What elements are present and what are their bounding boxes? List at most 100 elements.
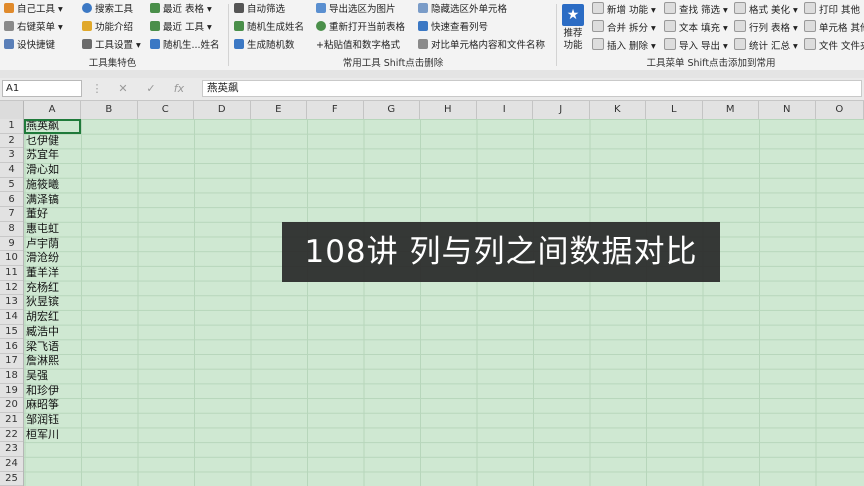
- find-filter-button[interactable]: 查找 筛选 ▾: [664, 2, 728, 18]
- row-header-6[interactable]: 6: [0, 193, 23, 208]
- paste-values-button[interactable]: +粘贴值和数字格式: [316, 38, 400, 54]
- column-header-k[interactable]: K: [590, 101, 646, 119]
- more-icon[interactable]: ⋮: [88, 81, 106, 97]
- my-tools-button[interactable]: 自己工具 ▾: [4, 2, 63, 18]
- set-shortcut-button[interactable]: 设快捷键: [4, 38, 55, 54]
- cell-a6[interactable]: 满泽镐: [26, 193, 59, 208]
- column-header-a[interactable]: A: [24, 101, 81, 119]
- column-header-c[interactable]: C: [138, 101, 194, 119]
- recommend-button[interactable]: ★ 推荐 功能: [558, 4, 588, 52]
- cell-a15[interactable]: 臧浩中: [26, 325, 59, 340]
- row-column-table-button[interactable]: 行列 表格 ▾: [734, 20, 798, 36]
- cell-a19[interactable]: 和珍伊: [26, 384, 59, 399]
- merge-split-button[interactable]: 合并 拆分 ▾: [592, 20, 656, 36]
- cell-a14[interactable]: 胡宏红: [26, 310, 59, 325]
- row-header-19[interactable]: 19: [0, 384, 23, 399]
- format-beautify-button[interactable]: 格式 美化 ▾: [734, 2, 798, 18]
- recent-tools-button[interactable]: 最近 工具 ▾: [150, 20, 212, 36]
- confirm-icon[interactable]: ✓: [142, 81, 160, 97]
- export-image-button[interactable]: 导出选区为图片: [316, 2, 396, 18]
- row-header-16[interactable]: 16: [0, 340, 23, 355]
- selected-cell-a1[interactable]: [24, 119, 81, 134]
- random-name-button[interactable]: 随机生...姓名: [150, 38, 220, 54]
- row-header-4[interactable]: 4: [0, 163, 23, 178]
- column-header-n[interactable]: N: [759, 101, 816, 119]
- cell-a5[interactable]: 施筱曦: [26, 178, 59, 193]
- insert-delete-button[interactable]: 插入 删除 ▾: [592, 38, 656, 54]
- row-header-11[interactable]: 11: [0, 266, 23, 281]
- cell-a22[interactable]: 桓军川: [26, 428, 59, 443]
- cell-other-button[interactable]: 单元格 其他: [804, 20, 864, 36]
- column-header-m[interactable]: M: [703, 101, 759, 119]
- cell-a21[interactable]: 邹润钰: [26, 413, 59, 428]
- auto-filter-button[interactable]: 自动筛选: [234, 2, 285, 18]
- name-box[interactable]: A1: [2, 80, 82, 97]
- row-header-14[interactable]: 14: [0, 310, 23, 325]
- fx-icon[interactable]: fx: [170, 81, 188, 97]
- cell-a9[interactable]: 卢宇荫: [26, 237, 59, 252]
- row-header-22[interactable]: 22: [0, 428, 23, 443]
- recent-tables-button[interactable]: 最近 表格 ▾: [150, 2, 212, 18]
- row-header-1[interactable]: 1: [0, 119, 23, 134]
- row-header-15[interactable]: 15: [0, 325, 23, 340]
- column-header-j[interactable]: J: [533, 101, 590, 119]
- row-header-8[interactable]: 8: [0, 222, 23, 237]
- text-fill-button[interactable]: 文本 填充 ▾: [664, 20, 728, 36]
- stats-summary-button[interactable]: 统计 汇总 ▾: [734, 38, 798, 54]
- cell-a18[interactable]: 吴强: [26, 369, 48, 384]
- row-header-18[interactable]: 18: [0, 369, 23, 384]
- reopen-table-button[interactable]: 重新打开当前表格: [316, 20, 405, 36]
- tool-settings-button[interactable]: 工具设置 ▾: [82, 38, 141, 54]
- column-header-g[interactable]: G: [364, 101, 420, 119]
- cell-a10[interactable]: 滑沧纷: [26, 251, 59, 266]
- row-header-13[interactable]: 13: [0, 295, 23, 311]
- cell-a17[interactable]: 詹淋熙: [26, 354, 59, 369]
- column-header-d[interactable]: D: [194, 101, 251, 119]
- cell-a3[interactable]: 苏宜年: [26, 148, 59, 163]
- add-feature-button[interactable]: 新增 功能 ▾: [592, 2, 656, 18]
- random-number-button[interactable]: 生成随机数: [234, 38, 295, 54]
- select-all-corner[interactable]: [0, 101, 24, 119]
- cell-a11[interactable]: 董羊洋: [26, 266, 59, 281]
- compare-filename-button[interactable]: 对比单元格内容和文件名称: [418, 38, 545, 54]
- cell-a12[interactable]: 充杨红: [26, 281, 59, 296]
- file-folder-button[interactable]: 文件 文件夹: [804, 38, 864, 54]
- cell-a13[interactable]: 狄昱镔: [26, 295, 59, 310]
- view-column-number-button[interactable]: 快速查看列号: [418, 20, 488, 36]
- row-header-3[interactable]: 3: [0, 148, 23, 164]
- feature-intro-button[interactable]: 功能介绍: [82, 20, 133, 36]
- row-header-7[interactable]: 7: [0, 207, 23, 222]
- cell-a4[interactable]: 滑心如: [26, 163, 59, 178]
- row-header-23[interactable]: 23: [0, 442, 23, 458]
- cell-a20[interactable]: 麻昭筝: [26, 398, 59, 413]
- cell-a7[interactable]: 董好: [26, 207, 48, 222]
- print-other-button[interactable]: 打印 其他: [804, 2, 860, 18]
- row-header-20[interactable]: 20: [0, 398, 23, 413]
- import-export-button[interactable]: 导入 导出 ▾: [664, 38, 728, 54]
- column-header-o[interactable]: O: [816, 101, 864, 119]
- hide-outside-button[interactable]: 隐藏选区外单元格: [418, 2, 507, 18]
- column-header-e[interactable]: E: [251, 101, 307, 119]
- row-header-17[interactable]: 17: [0, 354, 23, 369]
- column-header-i[interactable]: I: [477, 101, 533, 119]
- row-header-12[interactable]: 12: [0, 281, 23, 296]
- cell-a8[interactable]: 惠屯虹: [26, 222, 59, 237]
- column-header-b[interactable]: B: [81, 101, 138, 119]
- column-header-l[interactable]: L: [646, 101, 703, 119]
- row-header-9[interactable]: 9: [0, 237, 23, 252]
- row-header-24[interactable]: 24: [0, 457, 23, 472]
- generate-name-button[interactable]: 随机生成姓名: [234, 20, 304, 36]
- row-header-2[interactable]: 2: [0, 134, 23, 149]
- cell-a16[interactable]: 梁飞语: [26, 340, 59, 355]
- cancel-icon[interactable]: ✕: [114, 81, 132, 97]
- context-menu-button[interactable]: 右键菜单 ▾: [4, 20, 63, 36]
- row-header-5[interactable]: 5: [0, 178, 23, 193]
- cell-grid[interactable]: [24, 119, 864, 486]
- column-header-h[interactable]: H: [420, 101, 477, 119]
- cell-a2[interactable]: 乜伊健: [26, 134, 59, 149]
- row-header-25[interactable]: 25: [0, 472, 23, 486]
- column-header-f[interactable]: F: [307, 101, 364, 119]
- row-header-21[interactable]: 21: [0, 413, 23, 428]
- row-header-10[interactable]: 10: [0, 251, 23, 266]
- formula-input[interactable]: 燕英飙: [202, 80, 862, 97]
